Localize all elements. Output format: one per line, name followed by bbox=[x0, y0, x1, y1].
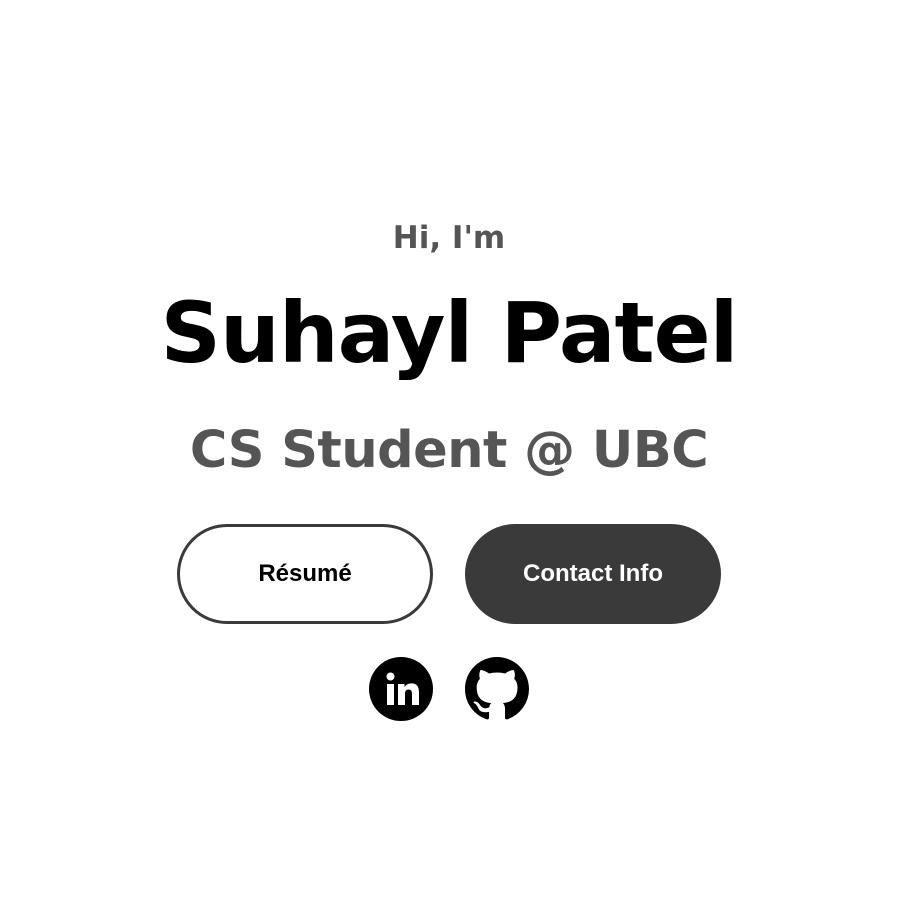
github-link[interactable] bbox=[465, 657, 529, 721]
greeting-text: Hi, I'm bbox=[392, 220, 506, 256]
linkedin-link[interactable] bbox=[369, 657, 433, 721]
linkedin-icon bbox=[369, 657, 433, 721]
resume-button-label: Résumé bbox=[258, 560, 352, 587]
contact-info-button-label: Contact Info bbox=[523, 560, 663, 587]
name-heading: Suhayl Patel bbox=[160, 284, 739, 382]
contact-info-button[interactable]: Contact Info bbox=[465, 524, 721, 624]
resume-button[interactable]: Résumé bbox=[177, 524, 433, 624]
subtitle-text: CS Student @ UBC bbox=[189, 421, 709, 480]
github-icon bbox=[465, 657, 529, 720]
hero-section: Hi, I'm Suhayl Patel CS Student @ UBC Ré… bbox=[0, 0, 898, 898]
